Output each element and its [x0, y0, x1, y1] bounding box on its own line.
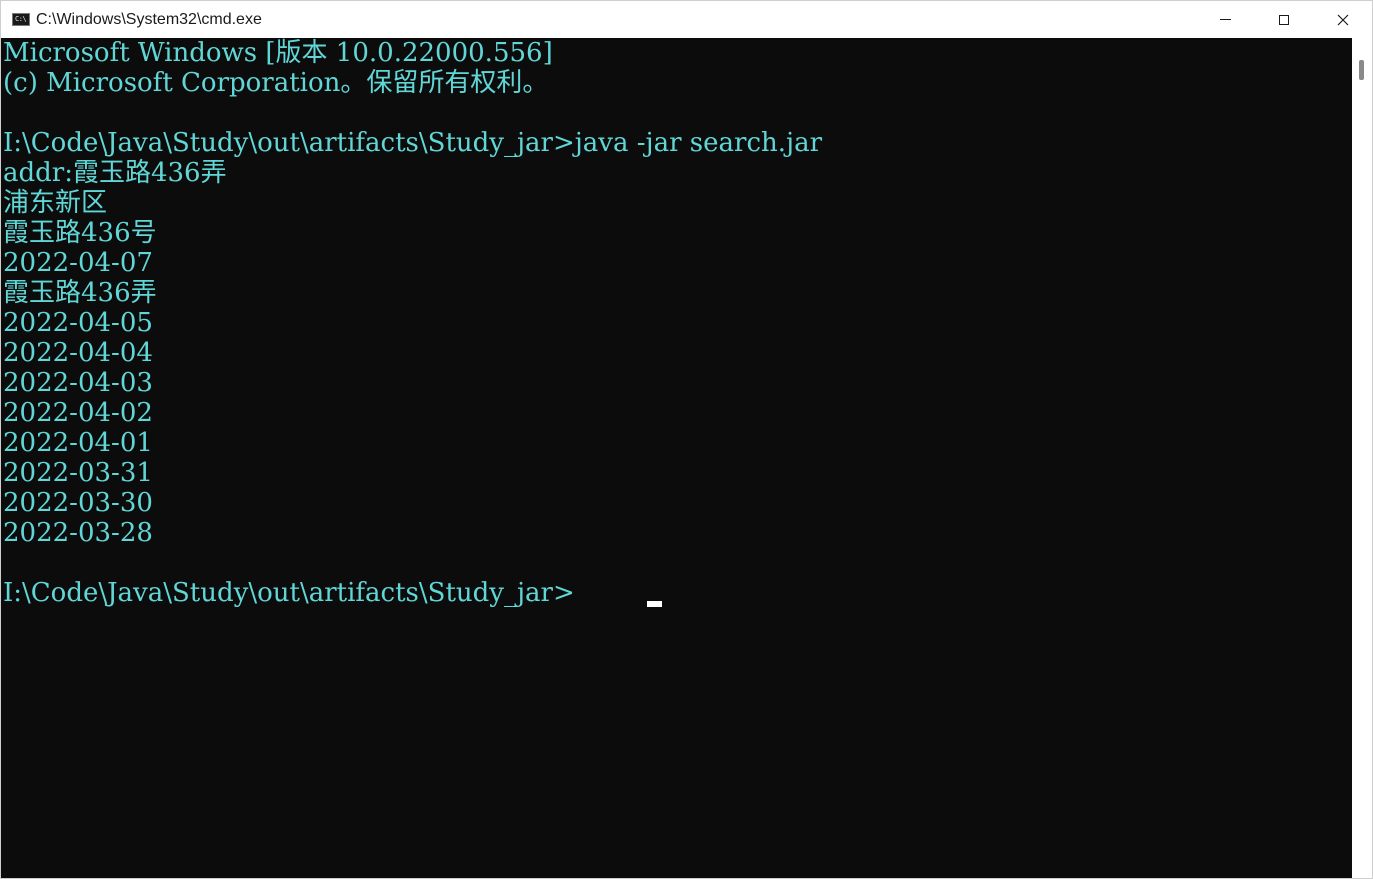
console-line: addr:霞玉路436弄	[3, 158, 227, 188]
console-line: 霞玉路436号	[3, 218, 157, 248]
console-line: 2022-03-30	[3, 488, 153, 518]
minimize-button[interactable]	[1196, 1, 1254, 38]
console-line: (c) Microsoft Corporation。保留所有权利。	[3, 68, 549, 98]
maximize-button[interactable]	[1255, 1, 1313, 38]
scrollbar-thumb[interactable]	[1359, 60, 1364, 80]
close-button[interactable]	[1314, 1, 1372, 38]
console-line: I:\Code\Java\Study\out\artifacts\Study_j…	[3, 128, 823, 158]
maximize-icon	[1279, 14, 1289, 25]
console-line: 2022-04-04	[3, 338, 153, 368]
console-line: 2022-04-05	[3, 308, 153, 338]
console-output-area[interactable]: Microsoft Windows [版本 10.0.22000.556] (c…	[1, 38, 1352, 878]
console-line: 浦东新区	[3, 188, 108, 218]
console-line: 霞玉路436弄	[3, 278, 157, 308]
console-line: 2022-04-03	[3, 368, 153, 398]
title-bar[interactable]: C:\ C:\Windows\System32\cmd.exe	[1, 1, 1372, 38]
console-line: 2022-03-31	[3, 458, 153, 488]
text-cursor	[647, 601, 662, 607]
vertical-scrollbar[interactable]	[1352, 38, 1372, 878]
console-line: Microsoft Windows [版本 10.0.22000.556]	[3, 38, 553, 68]
console-line: 2022-04-01	[3, 428, 153, 458]
close-icon	[1337, 14, 1349, 25]
console-prompt-line: I:\Code\Java\Study\out\artifacts\Study_j…	[3, 578, 575, 608]
console-app-icon[interactable]: C:\	[12, 13, 30, 26]
window-title: C:\Windows\System32\cmd.exe	[36, 11, 262, 28]
console-line: 2022-03-28	[3, 518, 153, 548]
cmd-window: C:\ C:\Windows\System32\cmd.exe Microsof…	[0, 0, 1373, 879]
minimize-icon	[1219, 19, 1231, 20]
console-app-icon-text: C:\	[15, 15, 27, 23]
console-line: 2022-04-02	[3, 398, 153, 428]
console-line: 2022-04-07	[3, 248, 153, 278]
